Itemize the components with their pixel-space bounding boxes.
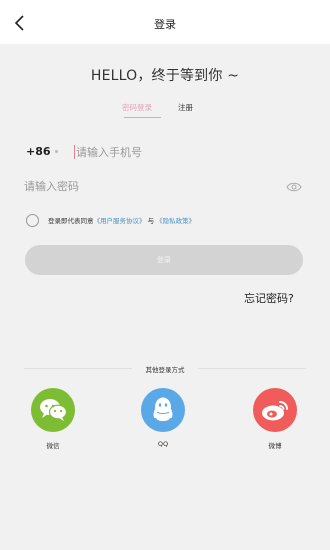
active-tab-indicator <box>124 117 161 118</box>
page-title: 登录 <box>154 18 176 31</box>
login-tabs: 密码登录 注册 <box>0 102 330 120</box>
user-agreement-link[interactable]: 《用户服务协议》 <box>94 217 146 225</box>
agreement-text: 登录即代表同意《用户服务协议》 与 《隐私政策》 <box>48 215 195 225</box>
greeting-text: HELLO，终于等到你 ~ <box>90 68 240 84</box>
weibo-login-button[interactable]: 微博 <box>250 388 300 450</box>
qq-icon <box>141 388 185 432</box>
phone-input[interactable] <box>73 142 303 162</box>
password-input[interactable] <box>24 176 274 196</box>
privacy-policy-link[interactable]: 《隐私政策》 <box>156 217 195 225</box>
agree-checkbox[interactable] <box>26 214 39 227</box>
dropdown-dot-icon <box>55 150 58 153</box>
qq-label: QQ <box>157 440 169 448</box>
eye-icon[interactable] <box>286 178 302 192</box>
wechat-label: 微信 <box>46 442 60 450</box>
top-bar: 登录 <box>0 0 330 44</box>
tab-register[interactable]: 注册 <box>178 102 193 113</box>
forgot-password-link[interactable]: 忘记密码? <box>244 290 294 306</box>
country-code-selector[interactable]: +86 <box>26 145 51 158</box>
agreement-prefix: 登录即代表同意 <box>48 217 94 225</box>
other-methods-title: 其他登录方式 <box>145 366 185 374</box>
weibo-icon <box>253 388 297 432</box>
divider-right <box>198 368 306 369</box>
agreement-and: 与 <box>147 217 155 225</box>
text-cursor <box>74 145 75 159</box>
tab-password-login[interactable]: 密码登录 <box>122 102 152 113</box>
weibo-label: 微博 <box>268 442 282 450</box>
wechat-icon <box>31 388 75 432</box>
qq-login-button[interactable]: QQ <box>138 388 188 448</box>
login-button[interactable]: 登录 <box>25 245 303 275</box>
wechat-login-button[interactable]: 微信 <box>28 388 78 450</box>
